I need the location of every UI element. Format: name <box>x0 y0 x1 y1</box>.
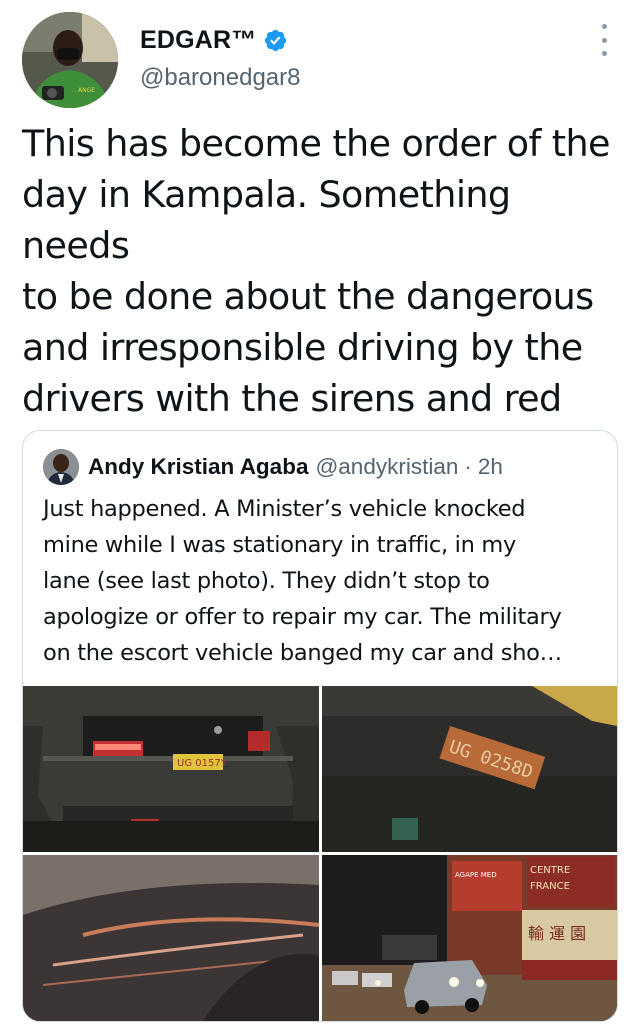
quoted-tweet-text: Just happened. A Minister’s vehicle knoc… <box>43 496 562 666</box>
photo1-plate: UG 0157Y <box>177 758 228 769</box>
author-display-name[interactable]: EDGAR™ <box>140 26 256 55</box>
author-name-row: EDGAR™ <box>140 26 288 55</box>
quoted-tweet-header: Andy Kristian Agaba @andykristian · 2h <box>43 449 503 485</box>
photo4-sign-3: FRANCE <box>530 881 570 892</box>
more-dot <box>601 24 607 29</box>
more-dot <box>601 37 607 43</box>
more-options-icon[interactable] <box>597 24 611 56</box>
photo-street-scene[interactable]: AGAPE MED CENTRE FRANCE 輸 運 園 <box>322 855 617 1021</box>
photo-suv-rear[interactable]: UG 0157Y MS <box>23 686 319 852</box>
tweet-text: This has become the order of the day in … <box>22 122 610 471</box>
photo-scratched-paint[interactable] <box>23 855 319 1021</box>
verified-badge-icon <box>265 29 287 52</box>
quoted-author-handle: @andykristian <box>315 454 459 479</box>
photo4-sign-1: AGAPE MED <box>455 871 497 879</box>
photo-grid: UG 0157Y MS UG 0258D <box>23 686 617 1021</box>
more-dot <box>601 51 607 56</box>
quoted-timestamp: 2h <box>477 454 503 479</box>
tweet: ANGE EDGAR™ @baronedgar8 This has become… <box>0 0 639 1024</box>
author-avatar[interactable]: ANGE <box>22 12 118 108</box>
photo4-sign-2: CENTRE <box>530 865 570 876</box>
photo4-sign-4: 輸 運 園 <box>528 924 586 943</box>
quoted-separator: · <box>464 454 472 479</box>
quoted-author-name: Andy Kristian Agaba <box>88 454 309 479</box>
author-handle[interactable]: @baronedgar8 <box>140 64 300 92</box>
photo-plate-closeup[interactable]: UG 0258D <box>322 686 617 852</box>
quoted-tweet-card[interactable]: Andy Kristian Agaba @andykristian · 2h J… <box>22 430 618 1022</box>
svg-text:ANGE: ANGE <box>78 87 95 94</box>
quoted-author-avatar <box>43 449 79 485</box>
